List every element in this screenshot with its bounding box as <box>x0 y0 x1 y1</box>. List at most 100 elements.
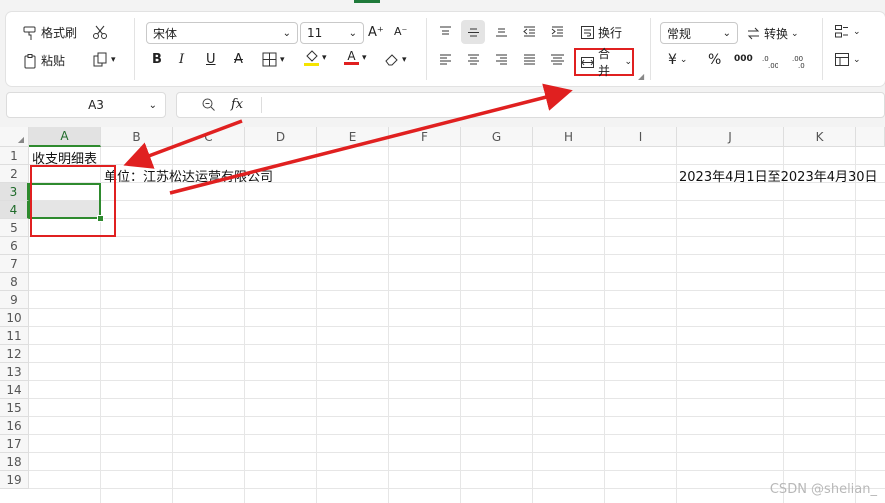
alignment-expand-icon[interactable]: ◢ <box>638 72 644 81</box>
paste-button[interactable]: 粘贴 <box>22 52 65 69</box>
name-box-value: A3 <box>88 98 104 112</box>
decrease-decimal-button[interactable]: .00.0 <box>792 54 808 69</box>
thousands-separator-button[interactable]: 000 <box>734 54 753 64</box>
wrap-text-label: 换行 <box>598 26 623 40</box>
column-gridline <box>316 147 317 503</box>
chevron-down-icon: ⌄ <box>282 27 291 39</box>
column-header-a[interactable]: A <box>29 127 101 147</box>
row-header-14[interactable]: 14 <box>0 381 29 399</box>
distributed-button[interactable] <box>550 52 565 67</box>
row-header-19[interactable]: 19 <box>0 471 29 489</box>
percent-button[interactable]: % <box>708 52 721 68</box>
font-size-select[interactable]: 11 ⌄ <box>300 22 364 44</box>
row-header-9[interactable]: 9 <box>0 291 29 309</box>
font-size-value: 11 <box>307 26 323 40</box>
align-right-button[interactable] <box>494 52 509 67</box>
italic-button[interactable]: I <box>179 52 184 67</box>
row-header-1[interactable]: 1 <box>0 147 29 165</box>
column-header-e[interactable]: E <box>317 127 389 147</box>
chevron-down-icon: ⌄ <box>791 28 799 39</box>
number-format-select[interactable]: 常规 ⌄ <box>660 22 738 44</box>
currency-button[interactable]: ¥ ⌄ <box>668 52 687 68</box>
align-left-button[interactable] <box>438 52 453 67</box>
ribbon: 格式刷 粘贴 ▾ 宋体 ⌄ 11 ⌄ A⁺ A⁻ B I U A ▾ ▾ A ▾… <box>6 12 885 86</box>
shrink-font-icon: A⁻ <box>394 25 408 38</box>
corner-triangle-icon: ◢ <box>17 135 24 144</box>
convert-icon <box>746 27 761 40</box>
increase-indent-button[interactable] <box>550 24 565 39</box>
align-bottom-icon <box>494 24 509 39</box>
underline-button[interactable]: U <box>206 52 216 67</box>
currency-icon: ¥ <box>668 52 677 68</box>
merge-button[interactable]: 合并 ⌄ <box>574 47 634 78</box>
column-header-g[interactable]: G <box>461 127 533 147</box>
cell-j2[interactable]: 2023年4月1日至2023年4月30日 <box>679 166 878 185</box>
row-header-13[interactable]: 13 <box>0 363 29 381</box>
convert-button[interactable]: 转换 ⌄ <box>746 25 799 42</box>
name-box[interactable]: A3 ⌄ <box>6 92 166 118</box>
row-header-12[interactable]: 12 <box>0 345 29 363</box>
select-all-corner[interactable]: ◢ <box>0 127 29 147</box>
decrease-indent-button[interactable] <box>522 24 537 39</box>
decrease-decimal-icon: .00.0 <box>792 54 808 69</box>
column-header-f[interactable]: F <box>389 127 461 147</box>
column-header-b[interactable]: B <box>101 127 173 147</box>
merge-label: 合并 <box>598 47 611 78</box>
format-painter-button[interactable]: 格式刷 <box>22 24 77 41</box>
row-header-2[interactable]: 2 <box>0 165 29 183</box>
row-header-17[interactable]: 17 <box>0 435 29 453</box>
conditional-format-button[interactable]: ⌄ <box>834 24 861 39</box>
align-center-button[interactable] <box>466 52 481 67</box>
row-header-7[interactable]: 7 <box>0 255 29 273</box>
zoom-search-icon[interactable] <box>201 97 216 115</box>
function-fx-icon[interactable]: fx <box>231 97 243 112</box>
row-header-18[interactable]: 18 <box>0 453 29 471</box>
increase-decimal-icon: .0.00 <box>762 54 778 69</box>
increase-decimal-button[interactable]: .0.00 <box>762 54 778 69</box>
bold-button[interactable]: B <box>152 52 162 67</box>
row-header-8[interactable]: 8 <box>0 273 29 291</box>
row-header-16[interactable]: 16 <box>0 417 29 435</box>
row-header-6[interactable]: 6 <box>0 237 29 255</box>
clear-button[interactable]: ▾ <box>384 52 407 67</box>
row-header-5[interactable]: 5 <box>0 219 29 237</box>
borders-button[interactable]: ▾ <box>262 52 285 67</box>
shrink-font-button[interactable]: A⁻ <box>394 25 407 38</box>
column-header-overflow[interactable] <box>856 127 885 147</box>
thousands-icon: 000 <box>734 54 753 64</box>
cell-style-button[interactable]: ⌄ <box>834 52 861 67</box>
fill-color-button[interactable]: ▾ <box>304 50 327 66</box>
row-gridline <box>29 290 885 291</box>
row-header-11[interactable]: 11 <box>0 327 29 345</box>
column-header-d[interactable]: D <box>245 127 317 147</box>
column-header-k[interactable]: K <box>784 127 856 147</box>
align-bottom-button[interactable] <box>494 24 509 39</box>
svg-text:.0: .0 <box>798 62 805 69</box>
column-header-c[interactable]: C <box>173 127 245 147</box>
font-name-select[interactable]: 宋体 ⌄ <box>146 22 298 44</box>
column-gridline <box>676 147 677 503</box>
strikethrough-button[interactable]: A <box>234 52 243 67</box>
column-header-i[interactable]: I <box>605 127 677 147</box>
cut-button[interactable] <box>92 24 108 40</box>
chevron-down-icon: ▾ <box>280 54 285 65</box>
column-header-j[interactable]: J <box>677 127 784 147</box>
copy-button[interactable]: ▾ <box>92 52 116 68</box>
grow-font-button[interactable]: A⁺ <box>368 25 384 40</box>
wrap-text-button[interactable]: 换行 <box>580 24 622 41</box>
align-middle-button[interactable] <box>461 20 485 44</box>
row-header-10[interactable]: 10 <box>0 309 29 327</box>
formula-input[interactable]: fx <box>176 92 885 118</box>
row-header-3[interactable]: 3 <box>0 183 29 201</box>
justify-button[interactable] <box>522 52 537 67</box>
group-divider <box>134 18 135 80</box>
row-gridline <box>29 254 885 255</box>
formula-bar: A3 ⌄ fx <box>6 92 885 120</box>
row-gridline <box>29 164 885 165</box>
column-header-h[interactable]: H <box>533 127 605 147</box>
align-top-button[interactable] <box>438 24 453 39</box>
cell-b2[interactable]: 单位：江苏松达运营有限公司 <box>104 166 273 185</box>
row-header-15[interactable]: 15 <box>0 399 29 417</box>
row-header-4[interactable]: 4 <box>0 201 29 219</box>
font-color-button[interactable]: A ▾ <box>344 50 367 65</box>
